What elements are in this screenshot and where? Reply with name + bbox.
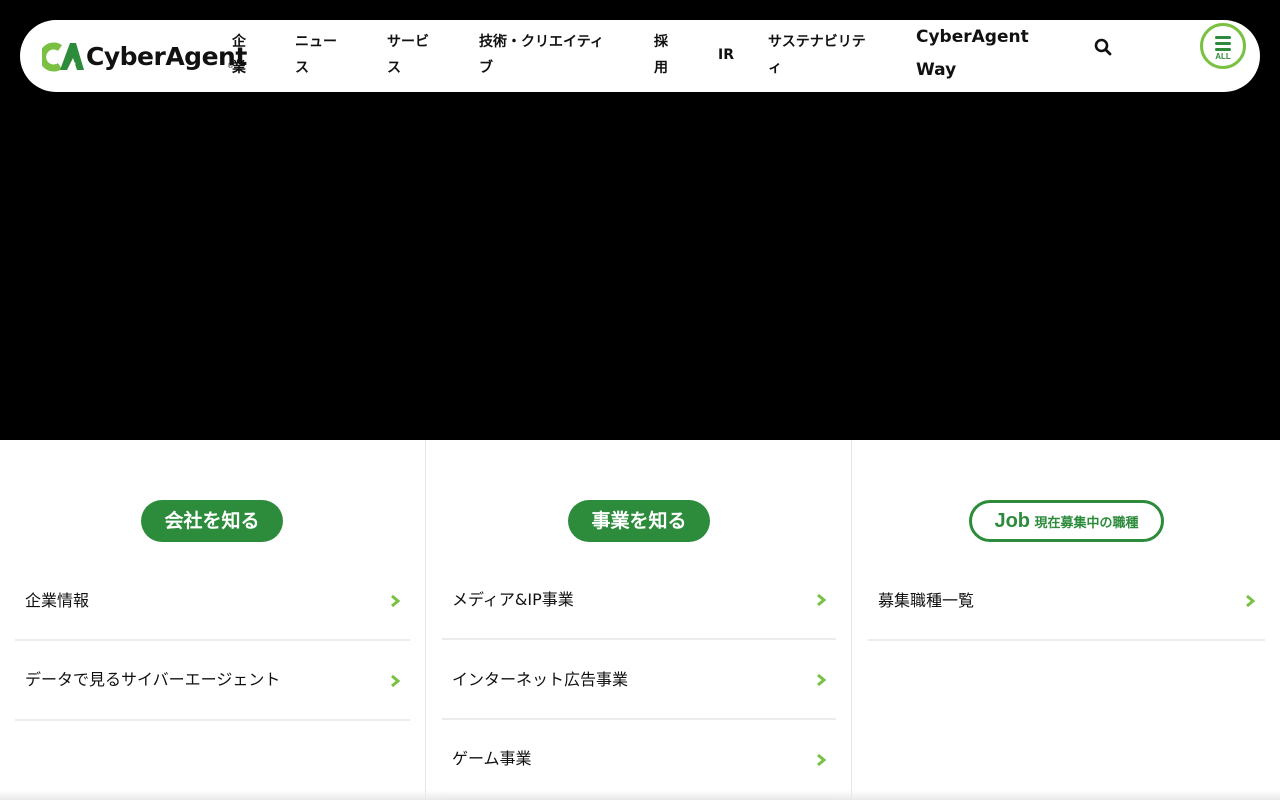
nav-news-label-1: ニュー — [295, 34, 337, 50]
bottom-shadow — [0, 790, 1280, 800]
list-item-media-ip[interactable]: メディア&IP事業 — [442, 560, 836, 640]
list-item-label: 募集職種一覧 — [878, 591, 975, 610]
list-item-game[interactable]: ゲーム事業 — [442, 720, 836, 800]
nav-tech-creative-label-2: ブ — [479, 60, 493, 76]
nav-sustainability[interactable]: サステナビリテ ィ — [768, 29, 866, 81]
list-item-company-info[interactable]: 企業情報 — [15, 561, 410, 641]
search-icon[interactable] — [1093, 37, 1113, 57]
nav-way-label-1: CyberAgent — [916, 27, 1029, 47]
nav-recruit-label-2: 用 — [654, 60, 668, 76]
nav-tech-creative-label-1: 技術・クリエイティ — [479, 34, 604, 50]
section-pill-business: 事業を知る — [568, 500, 710, 542]
chevron-right-icon — [817, 594, 826, 606]
section-pill-job: Job 現在募集中の職種 — [969, 500, 1164, 542]
nav-tech-creative[interactable]: 技術・クリエイティ ブ — [479, 29, 604, 81]
quick-links-panel: 会社を知る 企業情報 データで見るサイバーエージェント 事業を知る メディア&I… — [0, 440, 1280, 800]
logo-wordmark: CyberAgent — [86, 42, 247, 71]
list-item-job-list[interactable]: 募集職種一覧 — [868, 561, 1265, 641]
chevron-right-icon — [391, 595, 400, 607]
nav-ir[interactable]: IR — [718, 42, 734, 68]
nav-company-label-1: 企 — [232, 34, 246, 50]
list-item-label: 企業情報 — [25, 591, 90, 610]
nav-recruit-label-1: 採 — [654, 34, 668, 50]
list-item-label: メディア&IP事業 — [452, 590, 574, 609]
chevron-right-icon — [817, 674, 826, 686]
chevron-right-icon — [391, 675, 400, 687]
job-pill-sublabel: 現在募集中の職種 — [1030, 516, 1139, 531]
nav-sustainability-label-1: サステナビリテ — [768, 34, 866, 50]
nav-sustainability-label-2: ィ — [768, 60, 782, 76]
nav-news[interactable]: ニュー ス — [295, 29, 337, 81]
all-menu-button[interactable]: ALL — [1200, 23, 1246, 69]
nav-services-label-1: サービ — [387, 34, 429, 50]
section-job: Job 現在募集中の職種 募集職種一覧 — [852, 440, 1280, 800]
nav-company[interactable]: 企 業 — [232, 29, 246, 81]
cyberagent-logo[interactable]: CyberAgent ® — [42, 40, 247, 74]
section-business: 事業を知る メディア&IP事業 インターネット広告事業 ゲーム事業 — [426, 440, 851, 800]
nav-ir-label: IR — [718, 47, 734, 63]
nav-services[interactable]: サービ ス — [387, 29, 429, 81]
nav-services-label-2: ス — [387, 60, 401, 76]
list-item-label: インターネット広告事業 — [452, 670, 629, 689]
all-menu-label: ALL — [1215, 52, 1231, 61]
ca-logo-mark-icon — [42, 42, 84, 72]
list-item-internet-ads[interactable]: インターネット広告事業 — [442, 640, 836, 720]
job-pill-label: Job — [994, 510, 1031, 532]
list-item-label: ゲーム事業 — [452, 749, 532, 768]
nav-recruit[interactable]: 採 用 — [654, 29, 668, 81]
global-header: CyberAgent ® 企 業 ニュー ス サービ ス 技術・クリエイティ ブ… — [20, 20, 1260, 92]
nav-news-label-2: ス — [295, 60, 309, 76]
list-item-label: データで見るサイバーエージェント — [25, 670, 281, 689]
chevron-right-icon — [817, 754, 826, 766]
section-pill-company: 会社を知る — [141, 500, 283, 542]
list-item-data[interactable]: データで見るサイバーエージェント — [15, 641, 410, 721]
chevron-right-icon — [1246, 595, 1255, 607]
nav-way-label-2: Way — [916, 60, 957, 80]
nav-company-label-2: 業 — [232, 60, 246, 76]
section-company: 会社を知る 企業情報 データで見るサイバーエージェント — [0, 440, 425, 800]
nav-cyberagent-way[interactable]: CyberAgent Way — [916, 21, 1029, 87]
